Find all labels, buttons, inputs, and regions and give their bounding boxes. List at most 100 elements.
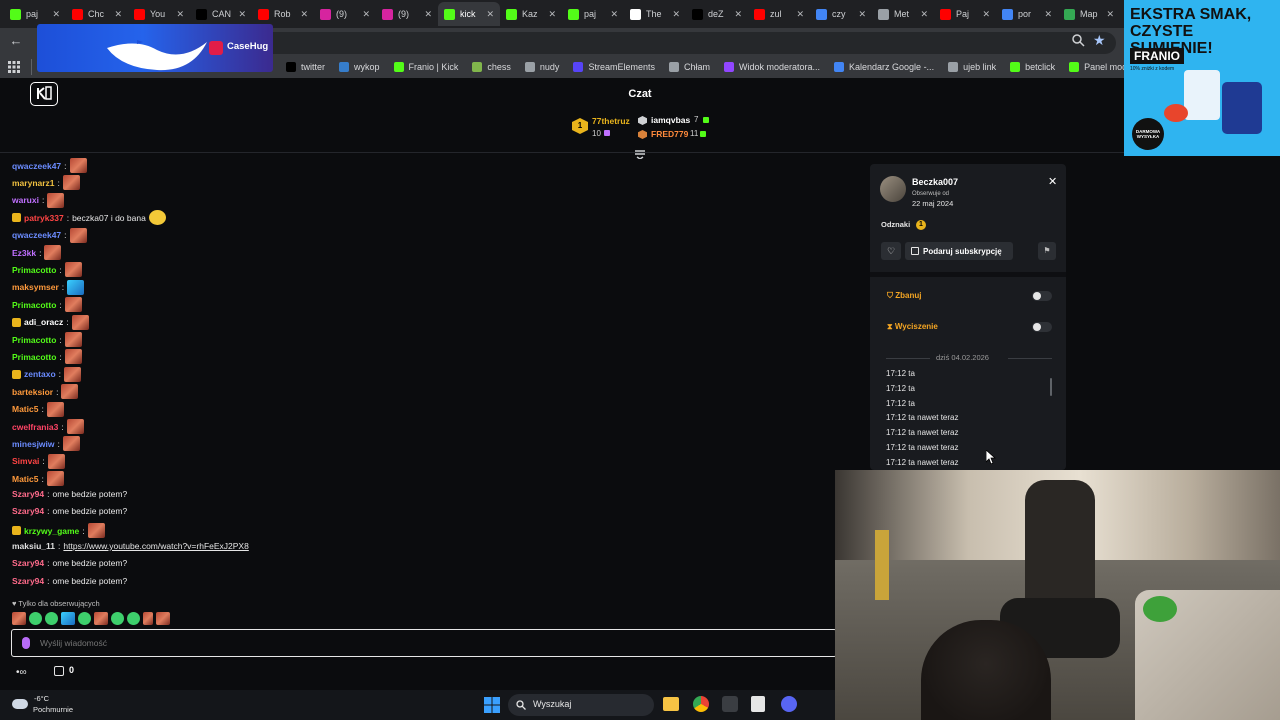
chat-emote[interactable] [44, 245, 62, 260]
browser-tab[interactable]: Chc ✕ [66, 2, 128, 26]
browser-tab[interactable]: paj ✕ [562, 2, 624, 26]
collapse-leaderboard-icon[interactable] [634, 146, 646, 160]
app-icon[interactable] [722, 696, 738, 712]
file-explorer-icon[interactable] [663, 697, 679, 711]
close-tab-icon[interactable]: ✕ [858, 9, 866, 20]
chat-username[interactable]: krzywy_game [24, 526, 79, 536]
chat-emote[interactable] [64, 262, 82, 278]
browser-tab[interactable]: zul ✕ [748, 2, 810, 26]
chat-username[interactable]: Szary94 [12, 489, 44, 499]
chat-emote[interactable] [62, 436, 80, 452]
chat-username[interactable]: Primacotto [12, 300, 56, 310]
bookmark-item[interactable]: nudy [524, 62, 559, 72]
bookmark-item[interactable]: wykop [339, 62, 380, 72]
chrome-icon[interactable] [693, 696, 709, 712]
close-tab-icon[interactable]: ✕ [734, 9, 742, 20]
browser-tab[interactable]: CAN ✕ [190, 2, 252, 26]
close-tab-icon[interactable]: ✕ [920, 9, 928, 20]
close-tab-icon[interactable]: ✕ [610, 9, 618, 20]
emote-button[interactable] [61, 612, 75, 625]
follow-heart-button[interactable]: ♡ [881, 242, 901, 260]
chat-username[interactable]: Szary94 [12, 506, 44, 516]
zoom-icon[interactable] [1071, 33, 1087, 49]
gift-icon[interactable] [54, 666, 64, 676]
emote-button[interactable] [127, 612, 140, 625]
windows-start-icon[interactable] [484, 697, 500, 713]
chat-message-input[interactable] [40, 634, 820, 652]
chat-emote[interactable] [46, 401, 64, 417]
chat-emote[interactable] [87, 523, 105, 539]
chat-emote[interactable] [71, 314, 89, 330]
chat-username[interactable]: zentaxo [24, 369, 56, 379]
emote-button[interactable] [143, 612, 153, 625]
chat-emote[interactable] [62, 175, 80, 191]
close-tab-icon[interactable]: ✕ [548, 9, 556, 20]
browser-tab[interactable]: kick ✕ [438, 2, 500, 26]
chat-emote[interactable] [64, 366, 82, 382]
close-tab-icon[interactable]: ✕ [982, 9, 990, 20]
bookmark-item[interactable]: chess [472, 62, 511, 72]
chat-emote[interactable] [66, 419, 84, 434]
chat-username[interactable]: minesjwiw [12, 439, 55, 449]
bookmark-item[interactable]: Franio | Kick [393, 62, 458, 72]
history-scrollbar[interactable] [1050, 378, 1052, 396]
close-tab-icon[interactable]: ✕ [424, 9, 432, 20]
chat-username[interactable]: maksymser [12, 282, 59, 292]
browser-tab[interactable]: Rob ✕ [252, 2, 314, 26]
bookmark-item[interactable]: StreamElements [573, 62, 655, 72]
close-icon[interactable]: ✕ [1048, 175, 1057, 188]
chat-username[interactable]: Primacotto [12, 352, 56, 362]
close-tab-icon[interactable]: ✕ [796, 9, 804, 20]
browser-tab[interactable]: Kaz ✕ [500, 2, 562, 26]
chat-username[interactable]: marynarz1 [12, 178, 55, 188]
chat-username[interactable]: barteksior [12, 387, 53, 397]
ad-banner[interactable]: EKSTRA SMAK, CZYSTE SUMIENIE! FRANIO 10%… [1124, 0, 1280, 156]
chat-emote[interactable] [64, 349, 82, 365]
close-tab-icon[interactable]: ✕ [486, 9, 494, 20]
bookmark-item[interactable]: Kalendarz Google -... [834, 62, 934, 72]
mod-tools-icon[interactable]: ⚑ [1038, 242, 1056, 260]
chat-emote[interactable] [69, 227, 87, 243]
leader-first-name[interactable]: 77thetruz [592, 116, 630, 126]
chat-username[interactable]: adi_oracz [24, 317, 63, 327]
chat-emote[interactable] [67, 279, 85, 295]
notepad-icon[interactable] [751, 696, 765, 712]
chat-input-box[interactable] [11, 629, 837, 657]
chat-username[interactable]: qwaczeek47 [12, 161, 61, 171]
timeout-toggle[interactable] [1032, 322, 1052, 332]
chat-emote[interactable] [47, 453, 65, 469]
close-tab-icon[interactable]: ✕ [672, 9, 680, 20]
emote-button[interactable] [12, 612, 26, 625]
chat-username[interactable]: Ez3kk [12, 248, 36, 258]
chat-emote[interactable] [61, 384, 79, 400]
emote-button[interactable] [45, 612, 58, 625]
chat-emote[interactable] [47, 192, 65, 208]
ban-toggle[interactable] [1032, 291, 1052, 301]
taskbar-search[interactable]: Wyszukaj [508, 694, 654, 716]
close-tab-icon[interactable]: ✕ [1044, 9, 1052, 20]
browser-tab[interactable]: Map ✕ [1058, 2, 1120, 26]
bookmark-item[interactable]: twitter [286, 62, 325, 72]
chat-emote[interactable] [64, 332, 82, 347]
leader-second-name[interactable]: iamqvbas [651, 115, 690, 125]
close-tab-icon[interactable]: ✕ [176, 9, 184, 20]
chat-username[interactable]: Primacotto [12, 335, 56, 345]
chat-username[interactable]: cwelfrania3 [12, 422, 58, 432]
browser-tab[interactable]: Met ✕ [872, 2, 934, 26]
channel-points-icon[interactable]: •∞ [16, 667, 27, 678]
close-tab-icon[interactable]: ✕ [300, 9, 308, 20]
chat-emote[interactable] [46, 471, 64, 487]
discord-icon[interactable] [781, 696, 797, 712]
gift-subscription-button[interactable]: Podaruj subskrypcję [905, 242, 1013, 260]
chat-emote[interactable] [69, 158, 87, 173]
browser-tab[interactable]: You ✕ [128, 2, 190, 26]
close-tab-icon[interactable]: ✕ [52, 9, 60, 20]
chat-username[interactable]: Szary94 [12, 576, 44, 586]
browser-tab[interactable]: deZ ✕ [686, 2, 748, 26]
emote-button[interactable] [78, 612, 91, 625]
chat-link[interactable]: https://www.youtube.com/watch?v=rhFeExJ2… [63, 541, 248, 551]
chat-emote[interactable] [148, 210, 166, 226]
chat-username[interactable]: maksiu_11 [12, 541, 55, 551]
leader-third-name[interactable]: FRED779 [651, 129, 688, 139]
chat-username[interactable]: Primacotto [12, 265, 56, 275]
